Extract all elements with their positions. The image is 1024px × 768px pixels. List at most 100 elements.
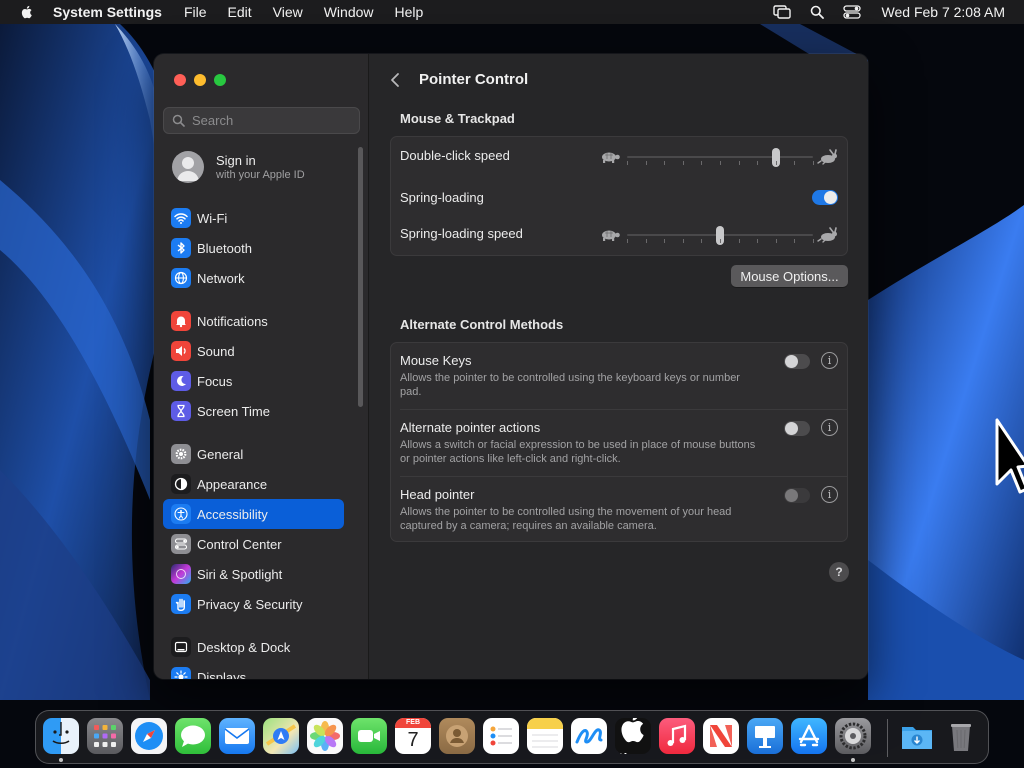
- alternate-pointer-actions-info-button[interactable]: i: [821, 419, 838, 436]
- toggle-knob: [824, 191, 837, 204]
- menu-view[interactable]: View: [273, 4, 303, 20]
- dock-calendar[interactable]: FEB 7: [395, 718, 431, 754]
- dock-messages[interactable]: [175, 718, 211, 754]
- signin-subtitle: with your Apple ID: [216, 169, 305, 181]
- mouse-options-button[interactable]: Mouse Options...: [731, 265, 848, 287]
- dock-facetime[interactable]: [351, 718, 387, 754]
- menu-window[interactable]: Window: [324, 4, 374, 20]
- tortoise-icon: [599, 227, 621, 243]
- slider-tick: [627, 161, 628, 165]
- sidebar-item-displays[interactable]: Displays: [163, 662, 345, 679]
- sidebar-item-privacy-security[interactable]: Privacy & Security: [163, 589, 345, 619]
- menu-app-name[interactable]: System Settings: [53, 4, 162, 20]
- row-divider: [400, 409, 847, 410]
- minimize-window-button[interactable]: [194, 74, 206, 86]
- search-input[interactable]: Search: [163, 107, 360, 134]
- close-window-button[interactable]: [174, 74, 186, 86]
- back-button[interactable]: [390, 71, 404, 89]
- slider-tick: [720, 239, 721, 243]
- dock-photos[interactable]: [307, 718, 343, 754]
- sidebar-item-bluetooth[interactable]: Bluetooth: [163, 233, 345, 263]
- sidebar-scrollbar[interactable]: [358, 147, 363, 407]
- sidebar-item-label: General: [197, 446, 244, 462]
- double-click-speed-slider[interactable]: [599, 147, 839, 167]
- dock-finder[interactable]: [43, 718, 79, 754]
- app-store-icon: [798, 724, 820, 747]
- dock-safari[interactable]: [131, 718, 167, 754]
- slider-tick: [627, 239, 628, 243]
- spring-loading-label: Spring-loading: [400, 190, 484, 205]
- sidebar-item-screen-time[interactable]: Screen Time: [163, 396, 345, 426]
- dock-keynote[interactable]: [747, 718, 783, 754]
- dock-mail[interactable]: [219, 718, 255, 754]
- contacts-person-icon: [446, 725, 468, 747]
- sidebar-item-desktop-dock[interactable]: Desktop & Dock: [163, 632, 345, 662]
- menu-edit[interactable]: Edit: [228, 4, 252, 20]
- dock-music[interactable]: [659, 718, 695, 754]
- spring-loading-speed-slider[interactable]: [599, 225, 839, 245]
- sidebar: Search Sign in with your Apple ID Wi-Fi …: [154, 54, 369, 679]
- sidebar-item-label: Sound: [197, 343, 235, 359]
- sidebar-item-sound[interactable]: Sound: [163, 336, 345, 366]
- apple-icon: [621, 718, 644, 742]
- spring-loading-speed-label: Spring-loading speed: [400, 226, 523, 241]
- sidebar-item-network[interactable]: Network: [163, 263, 345, 293]
- wifi-icon: [171, 208, 191, 228]
- sidebar-item-focus[interactable]: Focus: [163, 366, 345, 396]
- slider-tick: [813, 161, 814, 165]
- sidebar-item-label: Accessibility: [197, 506, 268, 522]
- dock-notes[interactable]: [527, 718, 563, 754]
- dock-app-store[interactable]: [791, 718, 827, 754]
- dock-news[interactable]: [703, 718, 739, 754]
- calendar-month: FEB: [395, 718, 431, 728]
- screen-mirroring-icon[interactable]: [772, 4, 791, 20]
- dock-trash[interactable]: [943, 718, 979, 754]
- sidebar-item-label: Privacy & Security: [197, 596, 303, 612]
- slider-tick: [646, 161, 647, 165]
- sidebar-item-label: Wi-Fi: [197, 210, 228, 226]
- alternate-pointer-actions-toggle[interactable]: [784, 421, 810, 436]
- dock-reminders[interactable]: [483, 718, 519, 754]
- sidebar-item-accessibility[interactable]: Accessibility: [163, 499, 344, 529]
- sidebar-item-general[interactable]: General: [163, 439, 345, 469]
- zoom-window-button[interactable]: [214, 74, 226, 86]
- slider-tick: [757, 239, 758, 243]
- alternate-pointer-actions-label: Alternate pointer actions: [400, 420, 541, 435]
- dock-maps[interactable]: [263, 718, 299, 754]
- sidebar-item-label: Siri & Spotlight: [197, 566, 283, 582]
- dock-freeform[interactable]: [571, 718, 607, 754]
- sidebar-item-appearance[interactable]: Appearance: [163, 469, 345, 499]
- sidebar-item-control-center[interactable]: Control Center: [163, 529, 345, 559]
- head-pointer-toggle[interactable]: [784, 488, 810, 503]
- menu-help[interactable]: Help: [395, 4, 424, 20]
- help-button[interactable]: ?: [829, 562, 849, 582]
- dock-tv[interactable]: tv: [615, 718, 651, 754]
- spring-loading-toggle[interactable]: [812, 190, 838, 205]
- dock-system-settings[interactable]: [835, 718, 871, 754]
- mouse-keys-toggle[interactable]: [784, 354, 810, 369]
- slider-tick: [664, 239, 665, 243]
- control-center-icon[interactable]: [842, 4, 861, 20]
- apple-menu-icon[interactable]: [19, 4, 35, 20]
- hand-icon: [171, 594, 191, 614]
- sidebar-item-siri-spotlight[interactable]: Siri & Spotlight: [163, 559, 345, 589]
- dock-icon: [171, 637, 191, 657]
- dock-downloads[interactable]: [899, 718, 935, 754]
- notes-icon: [527, 718, 563, 748]
- hare-icon: [817, 227, 839, 243]
- spotlight-search-icon[interactable]: [808, 4, 826, 20]
- menu-bar: System Settings File Edit View Window He…: [0, 0, 1024, 24]
- menu-file[interactable]: File: [184, 4, 207, 20]
- avatar: [172, 151, 204, 183]
- sidebar-item-notifications[interactable]: Notifications: [163, 306, 345, 336]
- mouse-keys-info-button[interactable]: i: [821, 352, 838, 369]
- moon-icon: [171, 371, 191, 391]
- apple-id-signin[interactable]: Sign in with your Apple ID: [172, 151, 305, 183]
- mouse-keys-label: Mouse Keys: [400, 353, 472, 368]
- podium-icon: [755, 726, 775, 748]
- dock-launchpad[interactable]: [87, 718, 123, 754]
- head-pointer-info-button[interactable]: i: [821, 486, 838, 503]
- dock-contacts[interactable]: [439, 718, 475, 754]
- sidebar-item-wifi[interactable]: Wi-Fi: [163, 203, 345, 233]
- menu-clock[interactable]: Wed Feb 7 2:08 AM: [882, 4, 1005, 20]
